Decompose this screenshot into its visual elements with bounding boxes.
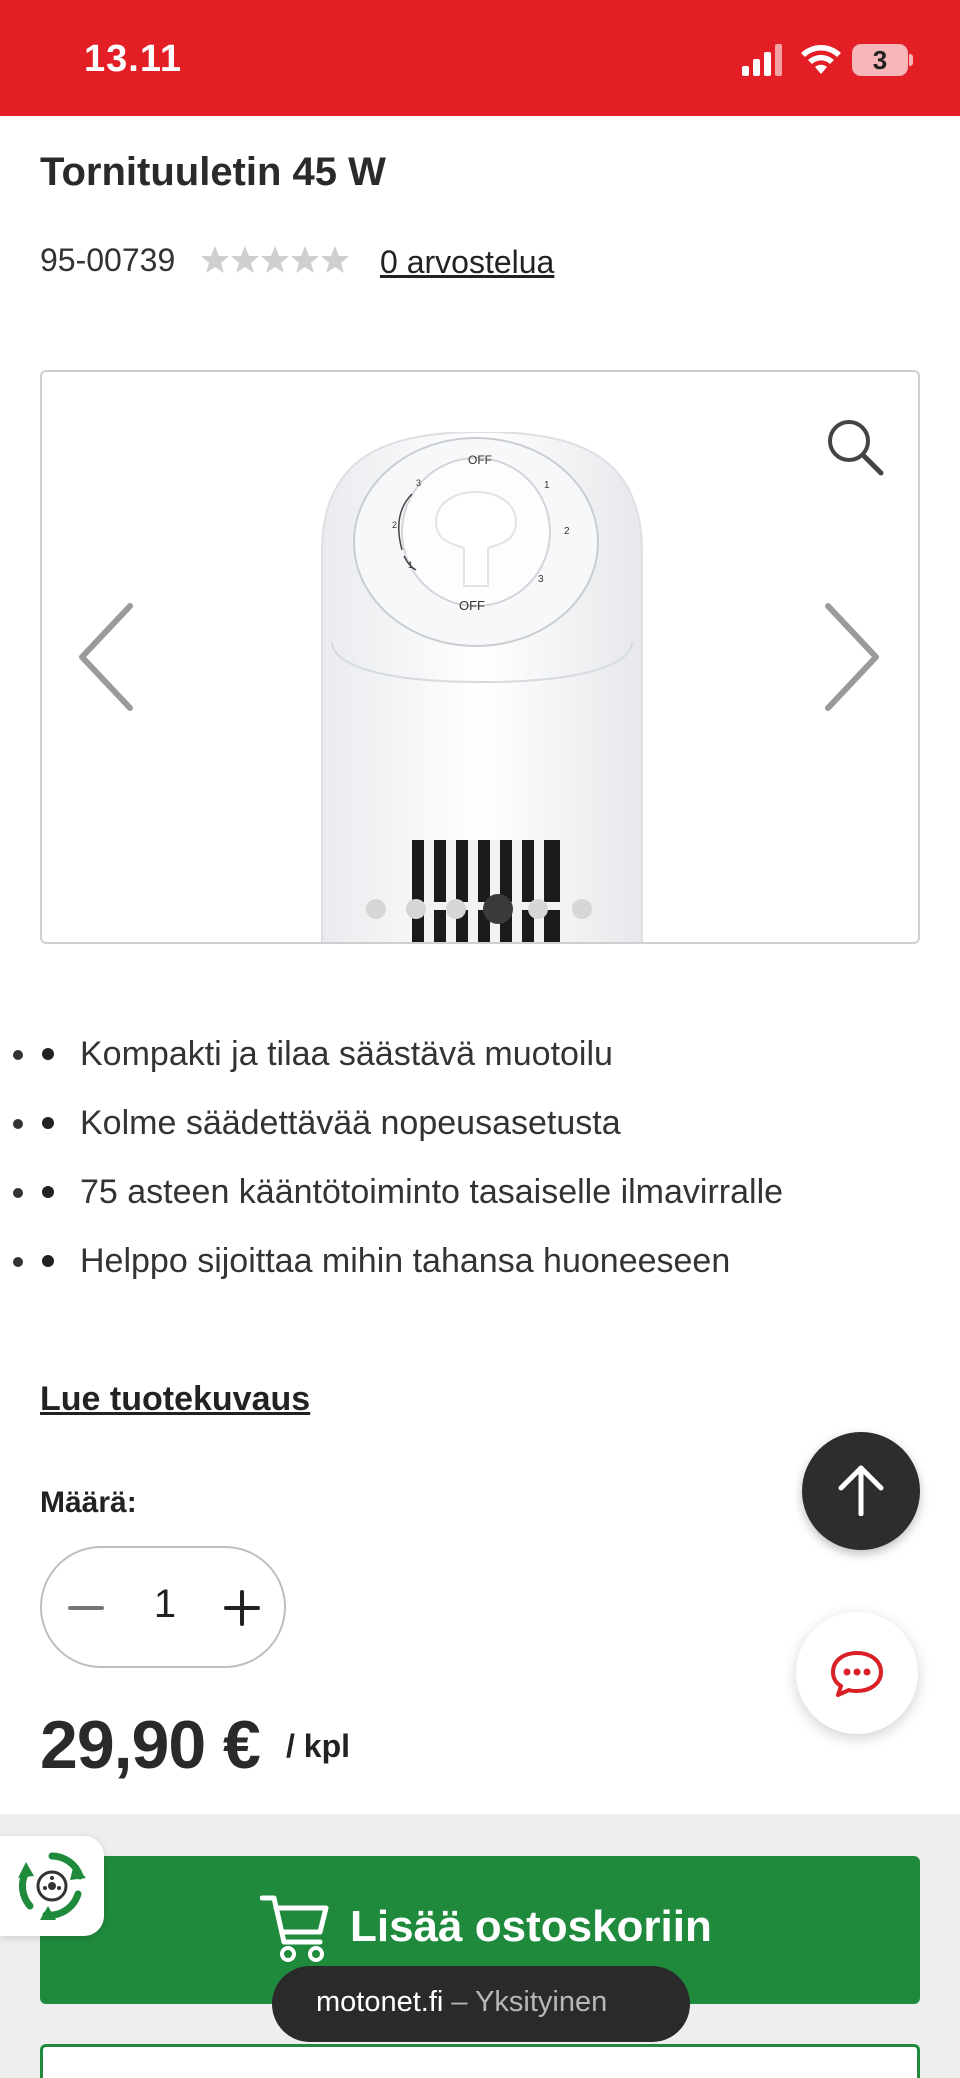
browser-private-mode: Yksityinen bbox=[475, 1986, 608, 2018]
chat-button[interactable] bbox=[796, 1612, 918, 1734]
bullet-icon bbox=[42, 1048, 54, 1060]
status-bar: 13.11 3 bbox=[0, 0, 960, 116]
shopping-cart-icon bbox=[260, 1895, 329, 1962]
product-sku: 95-00739 bbox=[40, 242, 176, 278]
status-time: 13.11 bbox=[84, 38, 182, 80]
secondary-action-button[interactable] bbox=[40, 2044, 920, 2078]
browser-domain: motonet.fi bbox=[316, 1986, 444, 2018]
feature-item: Kompakti ja tilaa säästävä muotoilu bbox=[40, 1030, 920, 1099]
gallery-dot[interactable] bbox=[528, 899, 548, 919]
feature-text: 75 asteen kääntötoiminto tasaiselle ilma… bbox=[80, 1173, 784, 1211]
chevron-left-icon[interactable] bbox=[76, 602, 136, 712]
bullet-icon bbox=[42, 1186, 54, 1198]
battery-level: 3 bbox=[872, 45, 888, 75]
quantity-label: Määrä: bbox=[40, 1486, 137, 1519]
bullet-icon bbox=[42, 1117, 54, 1129]
fan-label-off-bottom: OFF bbox=[459, 598, 485, 613]
feature-item: Helppo sijoittaa mihin tahansa huoneesee… bbox=[40, 1237, 920, 1306]
chat-bubble-icon bbox=[831, 1651, 883, 1697]
fan-label-off-top: OFF bbox=[468, 453, 492, 467]
browser-separator: – bbox=[443, 1986, 476, 2018]
price-amount: 29,90 € bbox=[40, 1707, 261, 1783]
feature-item: Kolme säädettävää nopeusasetusta bbox=[40, 1099, 920, 1168]
add-to-cart-label: Lisää ostoskoriin bbox=[350, 1902, 712, 1951]
plus-icon[interactable] bbox=[222, 1588, 262, 1628]
wifi-icon bbox=[801, 45, 841, 74]
reviews-link[interactable]: 0 arvostelua bbox=[380, 244, 554, 281]
cellular-signal-icon bbox=[742, 44, 782, 76]
chevron-right-icon[interactable] bbox=[822, 602, 882, 712]
read-description-link[interactable]: Lue tuotekuvaus bbox=[40, 1380, 310, 1419]
fan-label-speed-1-right: 1 bbox=[544, 480, 550, 491]
arrow-up-icon bbox=[838, 1465, 884, 1516]
minus-icon[interactable] bbox=[66, 1588, 106, 1628]
browser-url-text: motonet.fi – Yksityinen bbox=[316, 1986, 607, 2019]
product-title: Tornituuletin 45 W bbox=[40, 150, 386, 194]
tower-fan-image: OFF OFF 1 2 3 3 2 1 bbox=[321, 432, 643, 942]
fan-label-speed-2-right: 2 bbox=[564, 526, 570, 537]
scroll-to-top-button[interactable] bbox=[802, 1432, 920, 1550]
recycle-wheel-icon bbox=[18, 1852, 86, 1920]
eco-badge[interactable] bbox=[0, 1836, 104, 1936]
feature-list: Kompakti ja tilaa säästävä muotoilu Kolm… bbox=[40, 1030, 920, 1306]
gallery-dot[interactable] bbox=[572, 899, 592, 919]
zoom-search-icon[interactable] bbox=[824, 416, 886, 478]
gallery-pagination bbox=[366, 892, 626, 924]
quantity-value[interactable]: 1 bbox=[122, 1582, 208, 1627]
price-unit: / kpl bbox=[286, 1728, 351, 1764]
gallery-dot[interactable] bbox=[446, 899, 466, 919]
fan-label-speed-3-right: 3 bbox=[538, 574, 544, 585]
rating-stars-icon bbox=[201, 246, 349, 273]
feature-text: Kolme säädettävää nopeusasetusta bbox=[80, 1104, 621, 1142]
quantity-stepper: 1 bbox=[40, 1546, 286, 1668]
feature-text: Helppo sijoittaa mihin tahansa huoneesee… bbox=[80, 1242, 731, 1280]
fan-label-speed-2-left: 2 bbox=[392, 520, 397, 530]
browser-url-pill[interactable]: motonet.fi – Yksityinen bbox=[272, 1966, 690, 2042]
product-image-gallery[interactable]: OFF OFF 1 2 3 3 2 1 bbox=[40, 370, 920, 944]
feature-text: Kompakti ja tilaa säästävä muotoilu bbox=[80, 1035, 613, 1073]
gallery-dot[interactable] bbox=[406, 899, 426, 919]
gallery-dot-active[interactable] bbox=[483, 894, 513, 924]
battery-icon: 3 bbox=[852, 44, 914, 76]
fan-label-speed-3-left: 3 bbox=[416, 478, 421, 488]
bullet-icon bbox=[42, 1255, 54, 1267]
gallery-dot[interactable] bbox=[366, 899, 386, 919]
feature-item: 75 asteen kääntötoiminto tasaiselle ilma… bbox=[40, 1168, 920, 1237]
